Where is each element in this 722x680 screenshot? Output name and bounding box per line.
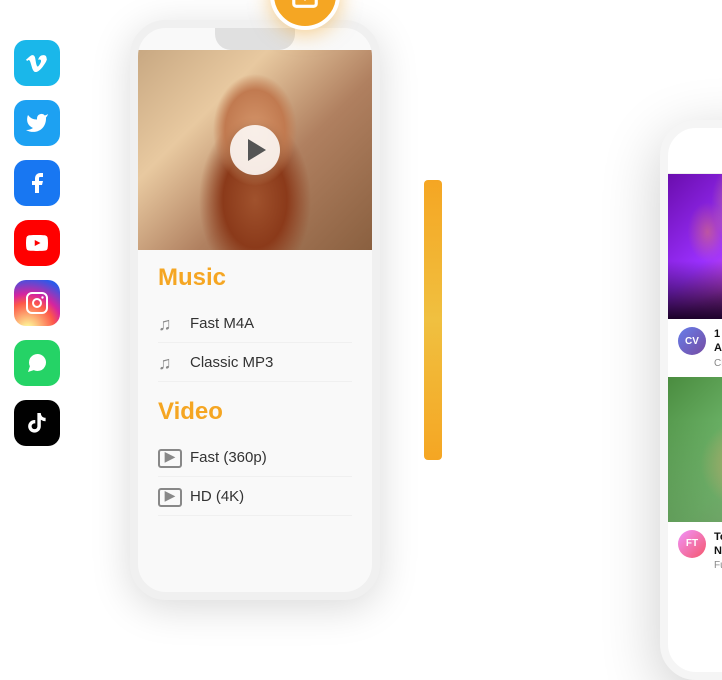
format-label-mp3: Classic MP3 [190, 354, 273, 371]
instagram-icon[interactable] [14, 280, 60, 326]
format-item-4k[interactable]: HD (4K) [158, 477, 352, 516]
whatsapp-icon[interactable] [14, 340, 60, 386]
format-label-m4a: Fast M4A [190, 315, 254, 332]
play-button[interactable] [230, 125, 280, 175]
video-info-1: CV 1 Hour of Pop Music For Dancing At Ho… [668, 319, 722, 377]
video-card-1: 1:03:29 CV 1 Hour of Pop Music For Danci… [668, 174, 722, 377]
format-label-360p: Fast (360p) [190, 449, 267, 466]
video-meta-1: 1 Hour of Pop Music For Dancing At Home … [714, 327, 722, 369]
phone-front: Search YTB Music 1:03:29 CV 1 Hour of Po… [660, 120, 722, 680]
video-info-2: FT Top 10 Best TV Shows to Watch Right N… [668, 522, 722, 580]
format-item-360p[interactable]: Fast (360p) [158, 438, 352, 477]
lights-overlay [668, 174, 722, 319]
channel-avatar-1: CV [678, 327, 706, 355]
video-icon-2 [158, 487, 180, 505]
video-title-1: 1 Hour of Pop Music For Dancing At Home … [714, 327, 722, 356]
phone-back: Music Fast M4A Classic MP3 Video Fast (3… [130, 20, 380, 600]
video-channel-1: Chill Vibes • 6 months ago • 12M views [714, 358, 722, 369]
download-fab-icon [290, 0, 320, 10]
tabs-container: Search YTB Music [668, 138, 722, 174]
format-label-4k: HD (4K) [190, 488, 244, 505]
video-section-title: Video [158, 398, 352, 426]
twitter-icon[interactable] [14, 100, 60, 146]
video-channel-2: Funny TV • 2 days ago • 6.8M views [714, 560, 722, 571]
video-card-2: FT Top 10 Best TV Shows to Watch Right N… [668, 377, 722, 580]
channel-avatar-2: FT [678, 530, 706, 558]
video-meta-2: Top 10 Best TV Shows to Watch Right Now!… [714, 530, 722, 572]
facebook-icon[interactable] [14, 160, 60, 206]
video-icon-1 [158, 448, 180, 466]
video-thumbnail-1: 1:03:29 [668, 174, 722, 319]
format-item-m4a[interactable]: Fast M4A [158, 304, 352, 343]
format-item-mp3[interactable]: Classic MP3 [158, 343, 352, 382]
music-note-icon [158, 314, 180, 332]
music-section-title: Music [158, 264, 352, 292]
tiktok-icon[interactable] [14, 400, 60, 446]
phone-notch [215, 28, 295, 50]
scene-overlay [668, 377, 722, 522]
social-icons-column [14, 40, 60, 446]
vimeo-icon[interactable] [14, 40, 60, 86]
youtube-icon[interactable] [14, 220, 60, 266]
back-phone-thumbnail [138, 50, 372, 250]
phone-top-bar [668, 128, 722, 138]
back-phone-content: Music Fast M4A Classic MP3 Video Fast (3… [138, 250, 372, 530]
scene: Music Fast M4A Classic MP3 Video Fast (3… [0, 0, 722, 642]
video-thumbnail-2 [668, 377, 722, 522]
video-title-2: Top 10 Best TV Shows to Watch Right Now! [714, 530, 722, 559]
gold-decoration [424, 180, 442, 460]
music-note-icon-2 [158, 353, 180, 371]
